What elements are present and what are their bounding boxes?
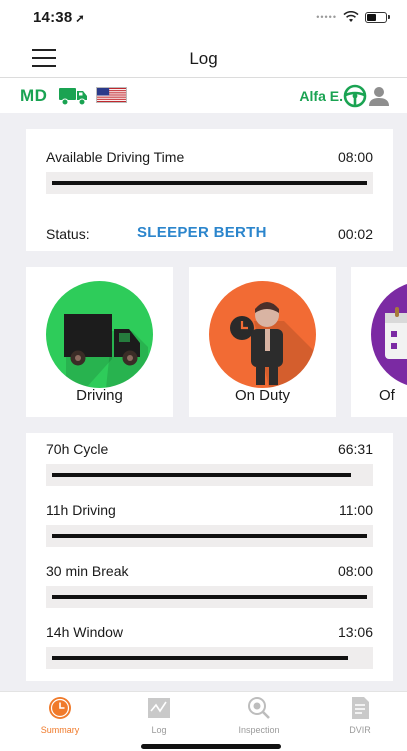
tab-log[interactable]: Log: [119, 695, 199, 735]
search-icon: [248, 697, 270, 719]
tile-driving-label: Driving: [76, 387, 123, 404]
signal-icon: •••••: [316, 12, 337, 22]
tab-inspection[interactable]: Inspection: [219, 695, 299, 735]
info-bar: MD Alfa E.: [0, 79, 407, 113]
clock-bar-fill: [52, 656, 348, 660]
tile-on-duty-label: On Duty: [234, 387, 291, 404]
tab-dvir[interactable]: DVIR: [320, 695, 400, 735]
clock-value: 08:00: [337, 563, 373, 579]
jurisdiction-label: MD: [20, 86, 48, 105]
home-indicator: [141, 744, 281, 749]
clocks-card: 70h Cycle 66:31 11h Driving 11:00 30 min…: [26, 433, 393, 681]
steering-wheel-icon[interactable]: [343, 84, 367, 108]
clock-label: 70h Cycle: [46, 441, 109, 457]
clock-bar-fill: [52, 534, 367, 538]
on-duty-person-icon: [230, 302, 316, 388]
on-duty-circle: [209, 281, 316, 388]
clock-value: 66:31: [337, 441, 373, 457]
clock-bar: [46, 647, 373, 669]
tab-summary-label: Summary: [40, 725, 80, 735]
available-time-bar-fill: [52, 181, 367, 185]
clock-bar: [46, 464, 373, 486]
page-title: Log: [189, 49, 218, 68]
us-flag-icon: [96, 87, 127, 103]
tab-inspection-label: Inspection: [238, 725, 280, 735]
calendar-icon: [385, 307, 407, 359]
tile-on-duty[interactable]: On Duty: [189, 267, 336, 417]
document-icon: [352, 697, 369, 719]
available-time-label: Available Driving Time: [46, 149, 185, 165]
clock-bar-fill: [52, 473, 351, 477]
clock-value: 13:06: [337, 624, 373, 640]
available-time-bar: [46, 172, 373, 194]
driver-name[interactable]: Alfa E.: [299, 88, 343, 104]
status-value: SLEEPER BERTH: [137, 224, 267, 241]
available-time-value: 08:00: [337, 149, 373, 165]
clock-label: 30 min Break: [46, 563, 129, 579]
status-time: 14:38 ➚: [33, 9, 85, 26]
tab-dvir-label: DVIR: [349, 725, 371, 735]
clock-bar: [46, 586, 373, 608]
location-arrow-icon: ➚: [75, 13, 85, 25]
clock-label: 14h Window: [46, 624, 124, 640]
graph-icon: [148, 698, 170, 718]
off-duty-circle: [371, 281, 407, 388]
clock-bar-fill: [52, 595, 367, 599]
wifi-icon: [343, 11, 359, 22]
summary-card: Available Driving Time 08:00 Status: SLE…: [26, 129, 393, 251]
user-icon[interactable]: [367, 84, 391, 108]
tab-summary[interactable]: Summary: [20, 695, 100, 735]
tab-log-label: Log: [151, 725, 167, 735]
status-label: Status:: [46, 226, 90, 242]
truck-icon: [59, 88, 87, 106]
tab-bar: Summary Log Inspection DVIR: [0, 691, 407, 751]
clock-label: 11h Driving: [46, 502, 116, 518]
driving-truck-icon: [64, 314, 148, 388]
tile-off-duty[interactable]: Of: [351, 267, 407, 417]
nav-bar: Log: [0, 38, 407, 78]
status-time: 00:02: [337, 226, 373, 242]
tile-driving[interactable]: Driving: [26, 267, 173, 417]
status-icons: •••••: [316, 11, 390, 23]
clock-value: 11:00: [339, 502, 373, 518]
tile-off-duty-label: Of: [379, 387, 395, 404]
main-content: Available Driving Time 08:00 Status: SLE…: [0, 113, 407, 691]
clock-icon: [49, 697, 71, 719]
clock-bar: [46, 525, 373, 547]
status-bar: 14:38 ➚ •••••: [0, 0, 407, 38]
battery-icon: [365, 11, 390, 23]
driving-circle: [46, 281, 153, 388]
